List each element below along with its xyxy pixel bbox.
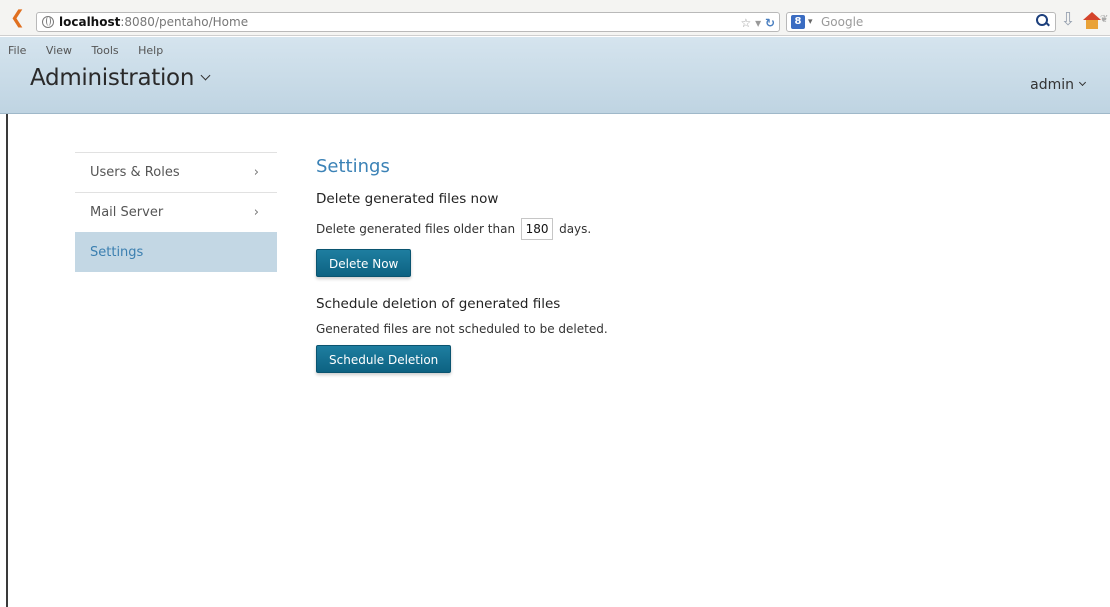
download-icon[interactable]: ⇩ [1060, 10, 1076, 32]
user-menu[interactable]: admin [1030, 77, 1087, 93]
delete-now-button[interactable]: Delete Now [316, 249, 412, 277]
url-bar-icons: ☆ ▾ ↻ [740, 14, 775, 30]
home-icon[interactable] [1082, 12, 1102, 30]
browser-toolbar: ❮ localhost:8080/pentaho/Home ☆ ▾ ↻ 8 ▾ … [0, 0, 1110, 36]
reload-icon[interactable]: ↻ [765, 16, 775, 30]
perspective-title: Administration [30, 65, 195, 91]
app-header: File View Tools Help Administration admi… [0, 37, 1110, 114]
settings-panel: Settings Delete generated files now Dele… [316, 156, 1016, 374]
search-placeholder: Google [821, 15, 864, 29]
admin-sidebar: Users & Roles › Mail Server › Settings [75, 152, 277, 272]
days-unit-label: days. [559, 222, 592, 236]
url-bar[interactable]: localhost:8080/pentaho/Home ☆ ▾ ↻ [36, 12, 780, 32]
delete-now-heading: Delete generated files now [316, 191, 499, 207]
search-input[interactable]: 8 ▾ Google [786, 12, 1056, 32]
menu-tools[interactable]: Tools [92, 44, 119, 57]
url-path: :8080/pentaho/Home [120, 15, 249, 29]
chevron-right-icon: › [253, 165, 259, 180]
dropdown-icon[interactable]: ▾ [755, 16, 761, 30]
search-icon[interactable] [1034, 12, 1050, 30]
url-host: localhost [59, 15, 121, 29]
schedule-button-row: Schedule Deletion [316, 336, 1016, 374]
search-engine-icon[interactable]: 8 [791, 15, 805, 29]
globe-icon [42, 16, 54, 28]
delete-button-row: Delete Now [316, 240, 1016, 278]
days-field[interactable] [521, 218, 554, 240]
back-arrow-icon[interactable]: ❮ [10, 9, 32, 29]
chevron-right-icon: › [253, 205, 259, 220]
menu-bar: File View Tools Help [8, 44, 179, 57]
sidebar-item-label: Mail Server [90, 205, 164, 220]
delete-older-than-row: Delete generated files older than days. [316, 218, 1016, 240]
user-name: admin [1030, 77, 1074, 93]
sidebar-item-settings[interactable]: Settings [75, 232, 277, 272]
page-title: Settings [316, 156, 390, 177]
menu-help[interactable]: Help [138, 44, 163, 57]
sidebar-item-users-roles[interactable]: Users & Roles › [75, 152, 277, 192]
delete-older-than-label: Delete generated files older than [316, 222, 516, 236]
sidebar-item-label: Settings [90, 245, 144, 260]
schedule-deletion-heading: Schedule deletion of generated files [316, 296, 561, 312]
perspective-switcher[interactable]: Administration [30, 65, 211, 91]
chevron-down-icon [1078, 78, 1087, 87]
addon-icon[interactable]: ❦ [1100, 14, 1108, 26]
chevron-down-icon [200, 70, 211, 81]
frame-border [6, 114, 8, 607]
chevron-down-icon[interactable]: ▾ [808, 13, 813, 31]
schedule-status-text: Generated files are not scheduled to be … [316, 322, 608, 336]
sidebar-item-label: Users & Roles [90, 165, 180, 180]
schedule-deletion-button[interactable]: Schedule Deletion [316, 345, 452, 373]
bookmark-star-icon[interactable]: ☆ [740, 16, 751, 30]
menu-file[interactable]: File [8, 44, 26, 57]
sidebar-item-mail-server[interactable]: Mail Server › [75, 192, 277, 232]
menu-view[interactable]: View [46, 44, 72, 57]
